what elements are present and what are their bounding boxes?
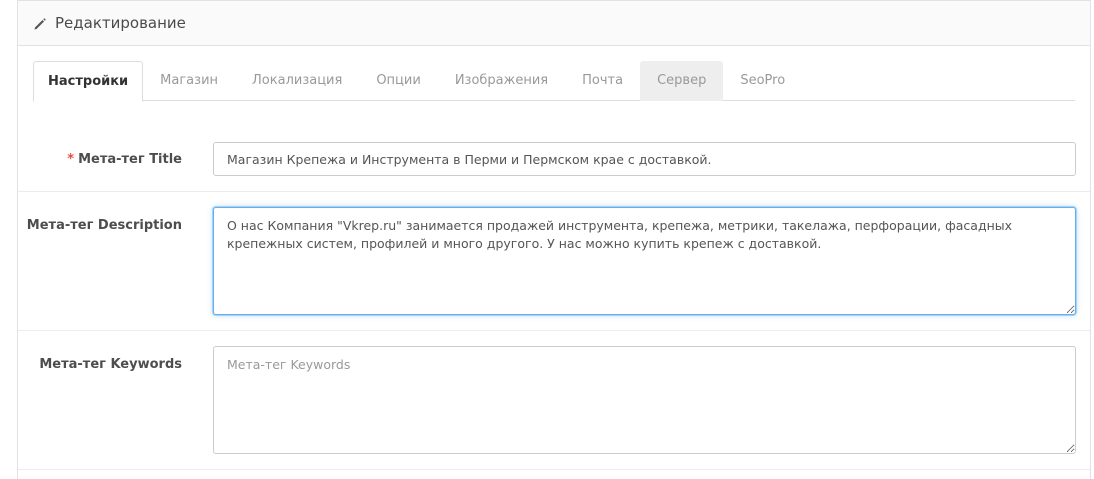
meta-title-label: * Мета-тег Title [67,152,182,167]
tab-seopro[interactable]: SeoPro [723,61,802,101]
meta-title-row: * Мета-тег Title [18,126,1090,192]
meta-description-textarea[interactable]: О нас Компания "Vkrep.ru" занимается про… [213,207,1076,315]
tab-store[interactable]: Магазин [143,61,235,101]
tab-options[interactable]: Опции [359,61,437,101]
tab-settings[interactable]: Настройки [33,61,144,102]
panel-title: Редактирование [55,14,186,32]
required-mark: * [67,152,75,167]
tab-images[interactable]: Изображения [438,61,565,101]
meta-description-label: Мета-тег Description [26,218,182,233]
panel-heading: Редактирование [18,0,1090,46]
meta-keywords-textarea[interactable] [213,346,1076,454]
pencil-icon [33,16,47,30]
meta-keywords-label: Мета-тег Keywords [39,357,182,372]
meta-keywords-row: Мета-тег Keywords [18,331,1090,470]
settings-tabs: Настройки Магазин Локализация Опции Изоб… [33,61,1075,102]
tab-localization[interactable]: Локализация [235,61,359,101]
tab-server[interactable]: Сервер [640,61,724,101]
meta-title-input[interactable] [213,142,1076,176]
settings-panel: Редактирование Настройки Магазин Локализ… [17,0,1091,479]
tab-mail[interactable]: Почта [565,61,640,101]
meta-description-row: Мета-тег Description О нас Компания "Vkr… [18,192,1090,331]
meta-title-label-text: Мета-тег Title [78,152,182,167]
